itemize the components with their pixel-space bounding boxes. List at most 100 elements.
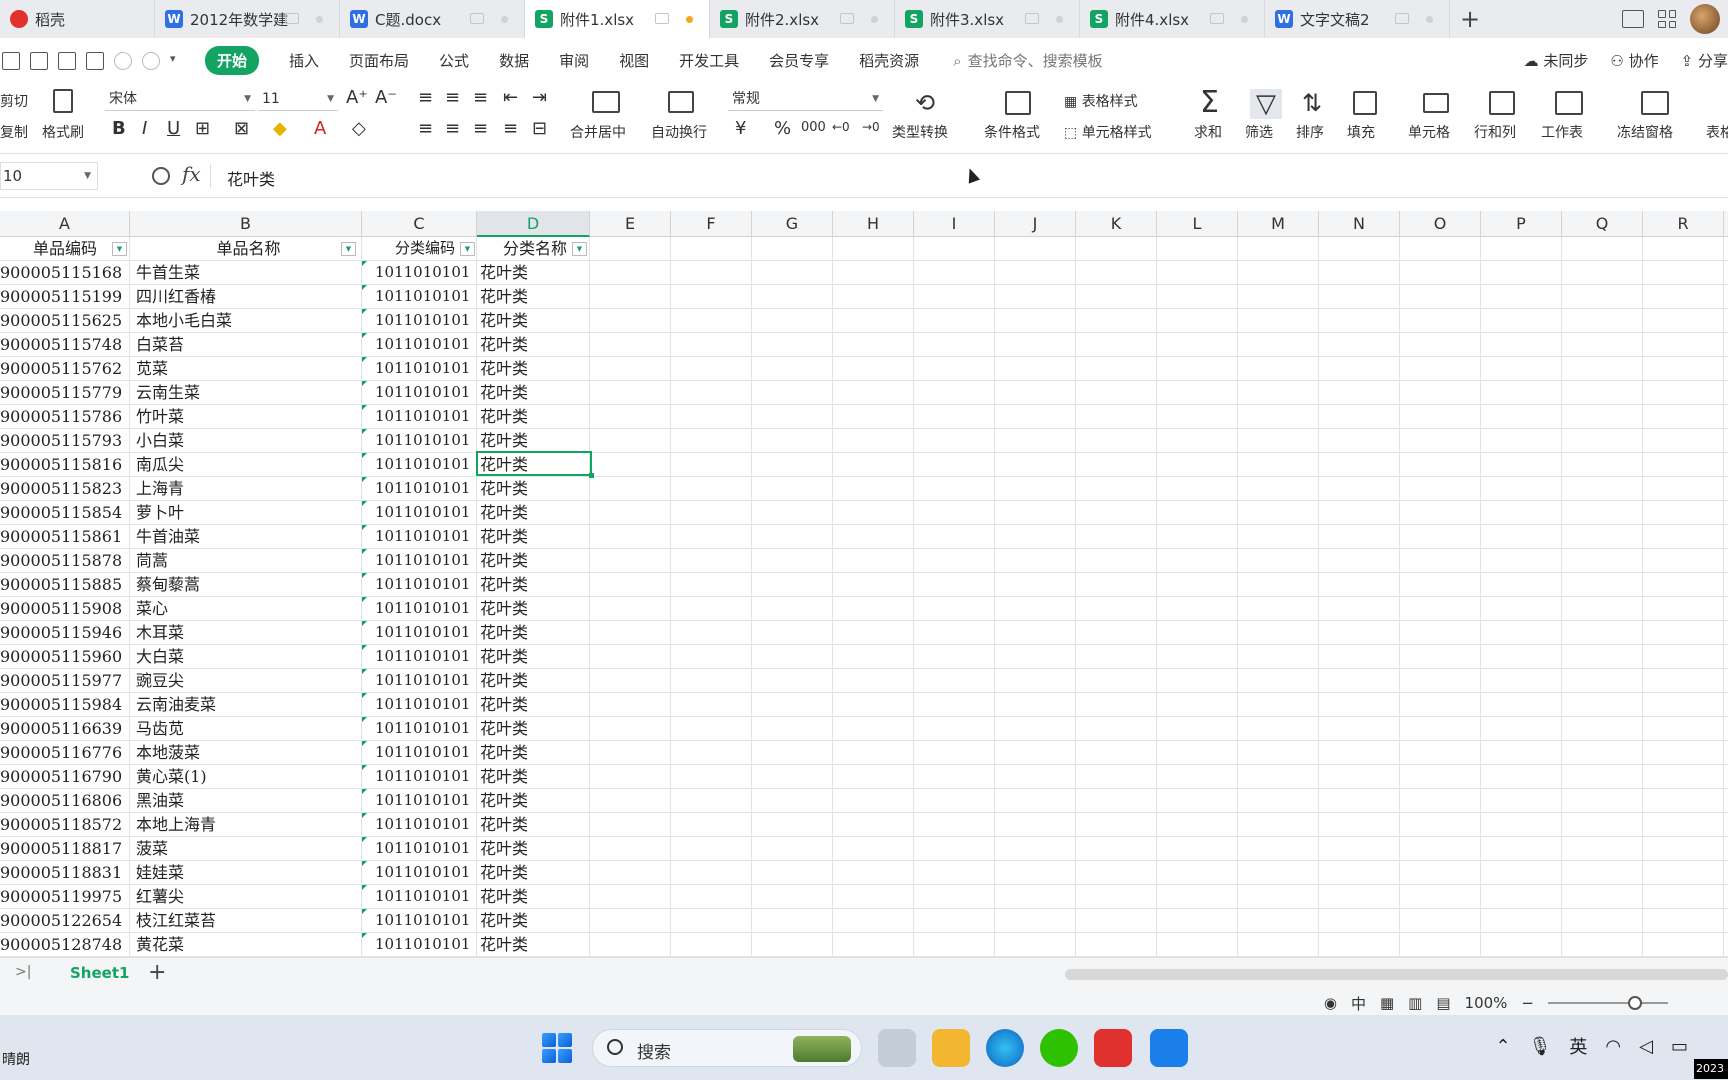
increase-font-icon[interactable]: A⁺: [346, 87, 368, 108]
taskbar-search[interactable]: 搜索: [592, 1029, 862, 1067]
menu-tab[interactable]: 视图: [619, 50, 649, 71]
table-cell[interactable]: 1011010101: [375, 789, 475, 812]
cell-style-button[interactable]: ⬚ 单元格样式: [1064, 122, 1152, 142]
table-cell[interactable]: 1011010101: [375, 909, 475, 932]
table-cell[interactable]: 1011010101: [375, 813, 475, 836]
document-tab[interactable]: W 文字文稿2: [1265, 0, 1450, 38]
collab-button[interactable]: ⚇ 协作: [1610, 50, 1658, 71]
indent-increase-icon[interactable]: ⇥: [532, 87, 547, 108]
column-header[interactable]: P: [1481, 211, 1562, 237]
screen-share-icon[interactable]: [840, 13, 854, 24]
table-cell[interactable]: 900005115861: [0, 525, 130, 548]
table-cell[interactable]: 牛首生菜: [136, 261, 361, 284]
document-tab[interactable]: S 附件4.xlsx: [1080, 0, 1265, 38]
align-bottom-icon[interactable]: ≡: [473, 87, 488, 108]
freeze-pane-button[interactable]: 冻结窗格: [1617, 122, 1673, 142]
conditional-format-button[interactable]: 条件格式: [984, 122, 1040, 142]
table-cell[interactable]: 1011010101: [375, 597, 475, 620]
zoom-slider[interactable]: [1548, 996, 1668, 1010]
table-cell[interactable]: 900005115793: [0, 429, 130, 452]
export-icon[interactable]: [30, 51, 48, 70]
table-cell[interactable]: 花叶类: [480, 861, 590, 884]
table-cell[interactable]: 1011010101: [375, 669, 475, 692]
filter-dropdown-icon[interactable]: ▼: [112, 242, 127, 256]
active-cell-selection[interactable]: [476, 451, 594, 478]
increase-decimal-icon[interactable]: ←0: [832, 120, 850, 134]
table-header-cell[interactable]: 单品名称: [136, 237, 361, 260]
decrease-font-icon[interactable]: A⁻: [375, 87, 397, 108]
border-icon[interactable]: ⊞: [195, 118, 210, 139]
table-cell[interactable]: 900005118831: [0, 861, 130, 884]
table-cell[interactable]: 花叶类: [480, 909, 590, 932]
menu-tab[interactable]: 公式: [439, 50, 469, 71]
menu-tab[interactable]: 稻壳资源: [859, 50, 919, 71]
clock[interactable]: 2023: [1694, 1059, 1728, 1079]
photos-app-icon[interactable]: [1150, 1029, 1188, 1067]
table-cell[interactable]: 花叶类: [480, 621, 590, 644]
table-cell[interactable]: 1011010101: [375, 453, 475, 476]
font-size-select[interactable]: 11 ▼: [258, 87, 338, 111]
table-cell[interactable]: 白菜苔: [136, 333, 361, 356]
add-sheet-icon[interactable]: +: [148, 960, 166, 985]
table-cell[interactable]: 1011010101: [375, 309, 475, 332]
align-top-icon[interactable]: ≡: [418, 87, 433, 108]
table-tools-button[interactable]: 表格: [1706, 122, 1728, 142]
table-cell[interactable]: 900005115779: [0, 381, 130, 404]
page-break-view-icon[interactable]: ▤: [1436, 994, 1450, 1012]
table-header-cell[interactable]: 单品编码: [0, 237, 130, 260]
windows-start-icon[interactable]: [542, 1033, 572, 1063]
table-cell[interactable]: 900005115199: [0, 285, 130, 308]
table-cell[interactable]: 大白菜: [136, 645, 361, 668]
screen-share-icon[interactable]: [470, 13, 484, 24]
table-cell[interactable]: 花叶类: [480, 333, 590, 356]
font-name-select[interactable]: 宋体 ▼: [105, 87, 255, 111]
grid-view-icon[interactable]: [1658, 10, 1676, 28]
zoom-formula-icon[interactable]: [152, 167, 170, 185]
format-painter-button[interactable]: 格式刷: [42, 122, 84, 142]
table-cell[interactable]: 900005122654: [0, 909, 130, 932]
normal-view-icon[interactable]: ▦: [1380, 994, 1394, 1012]
sync-button[interactable]: ☁ 未同步: [1524, 50, 1589, 71]
table-cell[interactable]: 红薯尖: [136, 885, 361, 908]
table-cell[interactable]: 花叶类: [480, 261, 590, 284]
table-cell[interactable]: 900005115878: [0, 549, 130, 572]
input-mode[interactable]: 中: [1351, 993, 1366, 1014]
underline-icon[interactable]: U: [167, 118, 180, 139]
screen-share-icon[interactable]: [655, 13, 669, 24]
table-cell[interactable]: 1011010101: [375, 501, 475, 524]
table-cell[interactable]: 1011010101: [375, 645, 475, 668]
ime-indicator[interactable]: 英: [1569, 1033, 1587, 1059]
table-cell[interactable]: 竹叶菜: [136, 405, 361, 428]
table-cell[interactable]: 花叶类: [480, 309, 590, 332]
table-cell[interactable]: 900005115977: [0, 669, 130, 692]
indent-decrease-icon[interactable]: ⇤: [503, 87, 518, 108]
table-cell[interactable]: 菠菜: [136, 837, 361, 860]
table-cell[interactable]: 花叶类: [480, 597, 590, 620]
menu-tab[interactable]: 数据: [499, 50, 529, 71]
filter-button[interactable]: 筛选: [1245, 122, 1273, 142]
table-cell[interactable]: 1011010101: [375, 765, 475, 788]
table-cell[interactable]: 1011010101: [375, 741, 475, 764]
function-icon[interactable]: fx: [182, 162, 201, 186]
italic-icon[interactable]: I: [142, 118, 147, 139]
table-cell[interactable]: 黑油菜: [136, 789, 361, 812]
table-cell[interactable]: 900005116806: [0, 789, 130, 812]
table-cell[interactable]: 1011010101: [375, 549, 475, 572]
column-header[interactable]: D: [477, 211, 590, 237]
table-cell[interactable]: 木耳菜: [136, 621, 361, 644]
new-tab-button[interactable]: +: [1450, 0, 1490, 38]
table-cell[interactable]: 1011010101: [375, 381, 475, 404]
table-cell[interactable]: 900005115786: [0, 405, 130, 428]
undo-icon[interactable]: [114, 51, 132, 70]
column-header[interactable]: F: [671, 211, 752, 237]
fill-color-icon[interactable]: ◆: [273, 118, 287, 139]
column-header[interactable]: L: [1157, 211, 1238, 237]
filter-dropdown-icon[interactable]: ▼: [460, 242, 475, 256]
table-cell[interactable]: 1011010101: [375, 861, 475, 884]
table-cell[interactable]: 花叶类: [480, 741, 590, 764]
table-cell[interactable]: 900005119975: [0, 885, 130, 908]
zoom-level[interactable]: 100%: [1465, 994, 1508, 1012]
table-cell[interactable]: 900005116639: [0, 717, 130, 740]
font-color-icon[interactable]: A: [314, 118, 326, 139]
menu-tab[interactable]: 插入: [289, 50, 319, 71]
